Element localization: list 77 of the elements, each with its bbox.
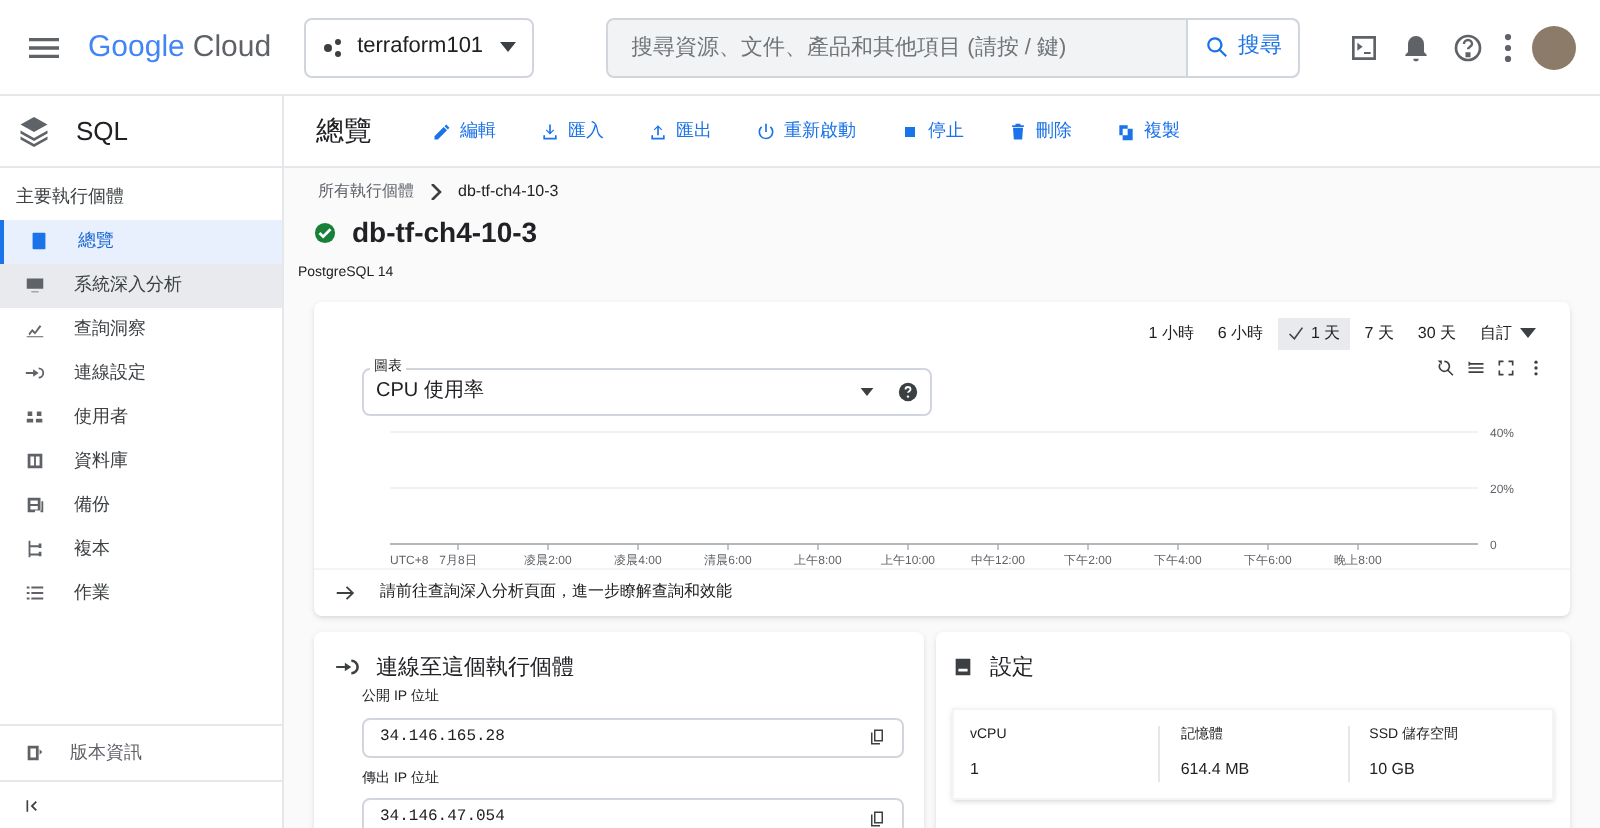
breadcrumb-current: db-tf-ch4-10-3 — [458, 180, 559, 204]
help-icon — [1452, 31, 1484, 63]
toolbar-button[interactable]: 停止 — [900, 117, 964, 145]
bell-icon — [1400, 31, 1432, 63]
check-circle-icon — [314, 222, 336, 244]
google-cloud-logo[interactable]: Google Cloud — [88, 27, 272, 67]
ip-field[interactable]: 34.146.47.054 — [362, 798, 904, 828]
copy-icon — [868, 728, 886, 746]
sidebar-item[interactable]: 連線設定 — [0, 351, 282, 395]
hub-icon — [321, 37, 342, 57]
caret-icon — [1520, 328, 1536, 338]
time-range-tab[interactable]: 7 天 — [1354, 317, 1404, 349]
sidebar-item[interactable]: 資料庫 — [0, 439, 282, 483]
card-title: 設定 — [990, 653, 1034, 683]
upload-icon — [648, 121, 668, 141]
time-range-tab[interactable]: 1 小時 — [1138, 317, 1204, 349]
fullscreen-icon — [1496, 357, 1516, 377]
toolbar-button[interactable]: 重新啟動 — [756, 117, 856, 145]
card-title: 連線至這個執行個體 — [376, 653, 574, 683]
toolbar-button[interactable]: 複製 — [1116, 117, 1180, 145]
plug-icon — [334, 654, 360, 681]
project-selector[interactable]: terraform101 — [303, 17, 534, 77]
caret-icon — [860, 387, 874, 395]
list-icon — [24, 582, 46, 604]
sidebar-item[interactable]: 作業 — [0, 571, 282, 615]
sidebar-item[interactable]: 複本 — [0, 527, 282, 571]
copy-icon — [868, 809, 886, 827]
time-range-tab[interactable]: 1 天 — [1277, 317, 1351, 349]
product-title: SQL — [76, 113, 129, 150]
time-range-tab[interactable]: 6 小時 — [1207, 317, 1274, 349]
sidebar-item[interactable]: 備份 — [0, 483, 282, 527]
help-icon — [898, 381, 918, 401]
spec-value: 1 — [970, 757, 981, 781]
people-icon — [24, 406, 46, 428]
search-field[interactable]: 搜尋資源、文件、產品和其他項目 (請按 / 鍵) 搜尋 — [605, 17, 1300, 77]
toolbar-button[interactable]: 編輯 — [432, 117, 496, 145]
toolbar-button[interactable]: 匯入 — [540, 117, 604, 145]
sidebar-item[interactable]: 使用者 — [0, 395, 282, 439]
stop-icon — [900, 121, 920, 141]
page-title: 總覽 — [316, 112, 372, 150]
pencil-icon — [432, 121, 452, 141]
power-icon — [756, 121, 776, 141]
sidebar-item[interactable]: 查詢洞察 — [0, 307, 282, 351]
instance-name: db-tf-ch4-10-3 — [352, 214, 538, 252]
more-icon — [1504, 33, 1512, 61]
chevron-icon — [430, 184, 442, 200]
storage-icon — [952, 656, 974, 679]
grid-icon — [24, 450, 46, 472]
insights-link[interactable]: 請前往查詢深入分析頁面，進一步瞭解查詢和效能 — [380, 580, 732, 604]
plug-icon — [24, 362, 46, 384]
branch-icon — [24, 538, 46, 560]
avatar[interactable] — [1532, 25, 1576, 69]
sidebar-item[interactable]: 系統深入分析 — [0, 263, 282, 307]
breadcrumb-link[interactable]: 所有執行個體 — [318, 180, 414, 204]
trash-icon — [1008, 121, 1028, 141]
arrow-right-icon — [334, 581, 356, 603]
spec-value: 10 GB — [1369, 757, 1417, 781]
spec-value: 614.4 MB — [1180, 757, 1252, 781]
ip-field[interactable]: 34.146.165.28 — [362, 717, 904, 757]
monitor-icon — [24, 274, 46, 296]
release-notes-link[interactable]: 版本資訊 — [70, 739, 142, 767]
download-icon — [540, 121, 560, 141]
layers-icon — [16, 113, 52, 149]
document-icon — [28, 230, 50, 252]
time-range-tab[interactable]: 自訂 — [1470, 317, 1546, 349]
check-icon — [1287, 325, 1304, 341]
copy-icon — [1116, 121, 1136, 141]
toolbar-button[interactable]: 匯出 — [648, 117, 712, 145]
caret-icon — [499, 42, 516, 52]
search-icon — [1204, 34, 1230, 60]
zoom-reset-icon — [1436, 357, 1456, 377]
search-button[interactable]: 搜尋 — [1186, 19, 1298, 75]
sidebar-item[interactable]: 總覽 — [0, 219, 282, 263]
section-label: 主要執行個體 — [14, 184, 126, 210]
terminal-icon — [1348, 31, 1380, 63]
toolbar-button[interactable]: 刪除 — [1008, 117, 1072, 145]
time-range-tab[interactable]: 30 天 — [1407, 317, 1466, 349]
